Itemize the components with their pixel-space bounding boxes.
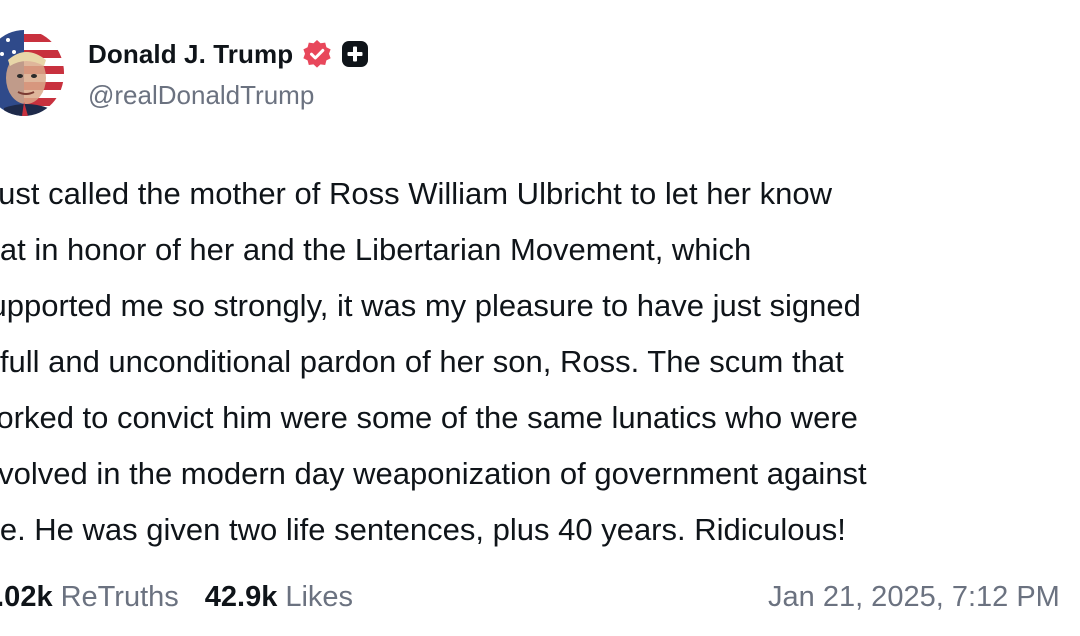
retruths-stat[interactable]: 8.02k ReTruths <box>0 581 179 614</box>
post-body: I just called the mother of Ross William… <box>0 166 1080 558</box>
post-body-line: that in honor of her and the Libertarian… <box>0 232 752 267</box>
post-body-line: a full and unconditional pardon of her s… <box>0 344 844 379</box>
author-display-name[interactable]: Donald J. Trump <box>88 39 293 70</box>
truth-post: Donald J. Trump @realDonaldTrump I just … <box>0 0 1080 636</box>
post-stats: 8.02k ReTruths 42.9k Likes <box>0 576 379 618</box>
plus-badge-icon <box>341 40 369 68</box>
verified-badge-icon <box>301 38 333 70</box>
post-body-line: worked to convict him were some of the s… <box>0 400 858 435</box>
author-name-row: Donald J. Trump <box>88 36 369 72</box>
avatar-image <box>0 30 64 116</box>
retruths-label: ReTruths <box>60 580 179 613</box>
likes-count: 42.9k <box>204 580 278 613</box>
post-timestamp[interactable]: Jan 21, 2025, 7:12 PM <box>768 576 1060 618</box>
post-body-line: involved in the modern day weaponization… <box>0 456 867 491</box>
likes-stat[interactable]: 42.9k Likes <box>205 581 353 614</box>
likes-label: Likes <box>285 580 354 613</box>
post-body-line: supported me so strongly, it was my plea… <box>0 288 861 323</box>
retruths-count: 8.02k <box>0 580 53 613</box>
author-handle[interactable]: @realDonaldTrump <box>88 80 314 111</box>
profile-avatar[interactable] <box>0 30 64 116</box>
post-body-line: I just called the mother of Ross William… <box>0 176 832 211</box>
post-body-line: me. He was given two life sentences, plu… <box>0 512 846 547</box>
